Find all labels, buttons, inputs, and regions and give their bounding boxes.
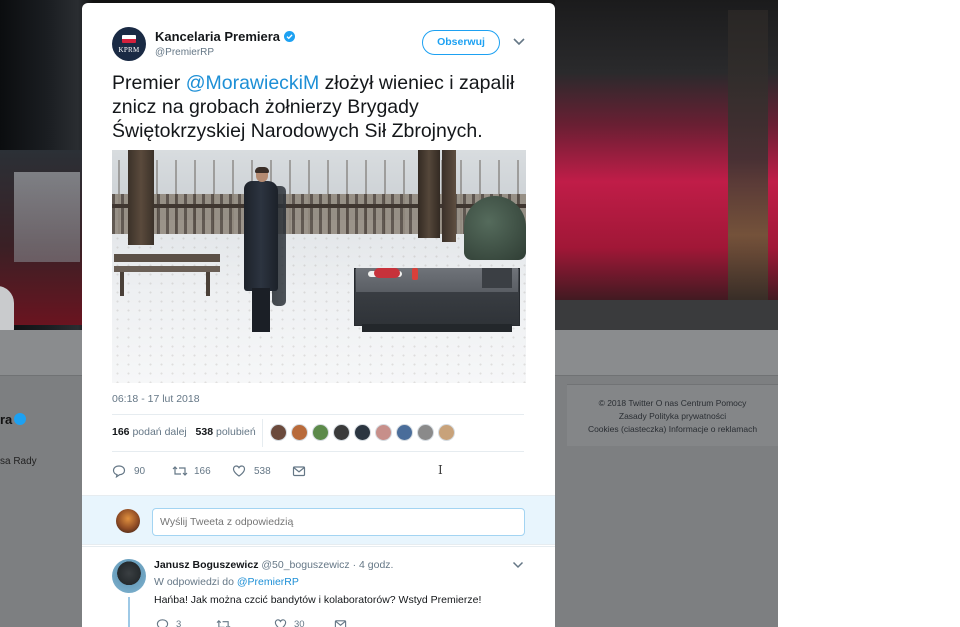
tweet-stats: 166 podań dalej 538 polubień [112,426,256,438]
like-count: 538 [254,466,271,477]
reply-icon [156,619,169,627]
verified-icon [14,413,27,425]
chevron-down-icon[interactable] [512,561,524,569]
tweet-permalink-modal: KPRM Kancelaria Premiera @PremierRP Obse… [82,3,555,627]
footer-links-line-1[interactable]: © 2018 Twitter O nas Centrum Pomocy [567,397,778,410]
like-count: 30 [294,619,305,627]
reply-tweet[interactable]: Janusz Boguszewicz @50_boguszewicz · 4 g… [82,546,555,627]
liker-avatar[interactable] [312,424,329,441]
reply-author-handle[interactable]: @50_boguszewicz [261,559,349,571]
reply-input[interactable] [152,508,525,536]
liker-avatar[interactable] [270,424,287,441]
heart-icon [232,465,246,477]
reply-count: 90 [134,466,146,477]
likes-label[interactable]: polubień [216,426,256,438]
likes-count[interactable]: 538 [196,426,214,438]
envelope-icon [334,620,347,627]
in-reply-to-link[interactable]: @PremierRP [237,576,299,588]
divider [112,451,524,452]
verified-icon [284,31,296,42]
retweet-icon [216,619,231,627]
liker-avatar[interactable] [396,424,413,441]
reply-text: Hańba! Jak można czcić bandytów i kolabo… [154,594,482,606]
likers-avatars [270,424,459,442]
author-avatar[interactable]: KPRM [112,27,146,61]
divider [112,414,524,415]
reply-header: Janusz Boguszewicz @50_boguszewicz · 4 g… [154,559,394,571]
avatar-label: KPRM [118,46,140,54]
author-name[interactable]: Kancelaria Premiera [155,29,296,44]
current-user-avatar [116,509,140,533]
footer-links-line-3[interactable]: Cookies (ciasteczka) Informacje o reklam… [567,423,778,436]
reply-count: 3 [176,619,182,627]
liker-avatar[interactable] [417,424,434,441]
liker-avatar[interactable] [333,424,350,441]
in-reply-to: W odpowiedzi do @PremierRP [154,576,299,588]
liker-avatar[interactable] [291,424,308,441]
reply-icon [112,465,126,478]
tweet-timestamp[interactable]: 06:18 - 17 lut 2018 [112,393,200,405]
reply-author-name[interactable]: Janusz Boguszewicz [154,559,258,571]
follow-button[interactable]: Obserwuj [422,30,500,55]
mention-link[interactable]: @MorawieckiM [186,72,320,94]
envelope-icon [292,466,306,477]
footer-links-line-2[interactable]: Zasady Polityka prywatności [567,410,778,423]
retweets-label[interactable]: podań dalej [132,426,186,438]
retweet-count: 166 [194,466,211,477]
tweet-photo[interactable] [112,150,526,383]
profile-bio-fragment: sa Rady [0,456,37,467]
flag-icon [122,35,136,43]
tweet-text: Premier @MorawieckiM złożył wieniec i za… [112,72,515,142]
heart-icon [274,619,287,627]
site-footer: © 2018 Twitter O nas Centrum Pomocy Zasa… [567,384,778,446]
reply-time[interactable]: 4 godz. [359,559,393,571]
profile-name-fragment: ra [0,412,27,427]
chevron-down-icon[interactable] [512,37,526,47]
retweet-icon [172,466,188,476]
reply-author-avatar[interactable] [112,559,146,593]
text-cursor-icon: I [438,463,443,477]
liker-avatar[interactable] [438,424,455,441]
liker-avatar[interactable] [375,424,392,441]
author-handle[interactable]: @PremierRP [155,47,214,58]
thread-line [128,597,130,627]
divider [262,419,263,447]
tweet-header: KPRM Kancelaria Premiera @PremierRP Obse… [112,27,532,67]
reply-composer [82,495,555,545]
liker-avatar[interactable] [354,424,371,441]
retweets-count[interactable]: 166 [112,426,130,438]
